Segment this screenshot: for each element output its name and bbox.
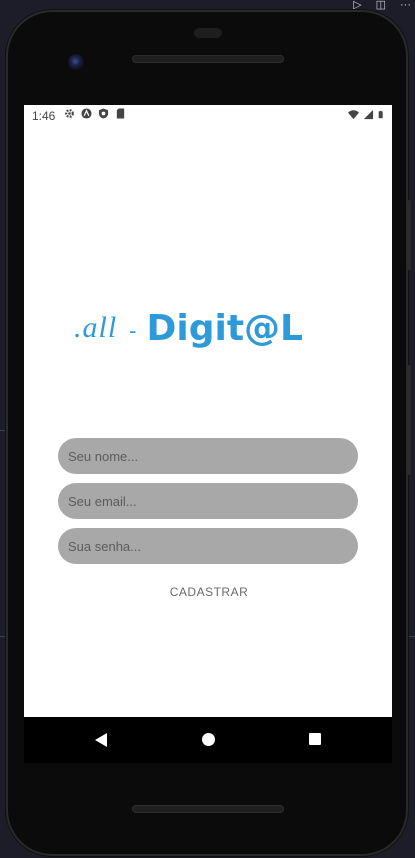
password-input[interactable]	[58, 528, 358, 564]
logo-dash: -	[129, 318, 137, 343]
notification-icons	[64, 108, 126, 119]
top-speaker	[132, 55, 284, 63]
bottom-speaker	[132, 805, 284, 813]
power-button	[407, 200, 411, 270]
app-a-icon	[81, 108, 92, 119]
back-icon[interactable]	[95, 733, 107, 747]
shield-icon	[98, 108, 109, 119]
email-input[interactable]	[58, 483, 358, 519]
status-bar: 1:46	[24, 105, 392, 127]
more-icon[interactable]: ···	[400, 0, 411, 14]
signal-icon	[363, 109, 374, 120]
ide-divider	[408, 636, 415, 637]
home-icon[interactable]	[202, 733, 215, 746]
settings-icon	[65, 109, 74, 118]
android-nav-bar	[24, 717, 392, 763]
logo-digital-text: Digit@L	[146, 307, 303, 349]
name-input[interactable]	[58, 438, 358, 474]
app-screen: 1:46 .all - Digit@L Seu nome... Seu emai…	[24, 105, 392, 717]
logo-all-text: .all	[74, 311, 118, 344]
system-status-icons	[348, 109, 386, 120]
sensor	[194, 28, 222, 38]
app-logo: .all - Digit@L	[74, 305, 354, 351]
register-button[interactable]: CADASTRAR	[144, 581, 274, 603]
volume-button	[407, 365, 411, 475]
front-camera	[68, 54, 84, 70]
wifi-icon	[348, 110, 359, 120]
status-time: 1:46	[32, 109, 56, 123]
recents-icon[interactable]	[309, 733, 321, 745]
sd-card-icon	[116, 108, 125, 119]
battery-icon	[378, 110, 383, 119]
